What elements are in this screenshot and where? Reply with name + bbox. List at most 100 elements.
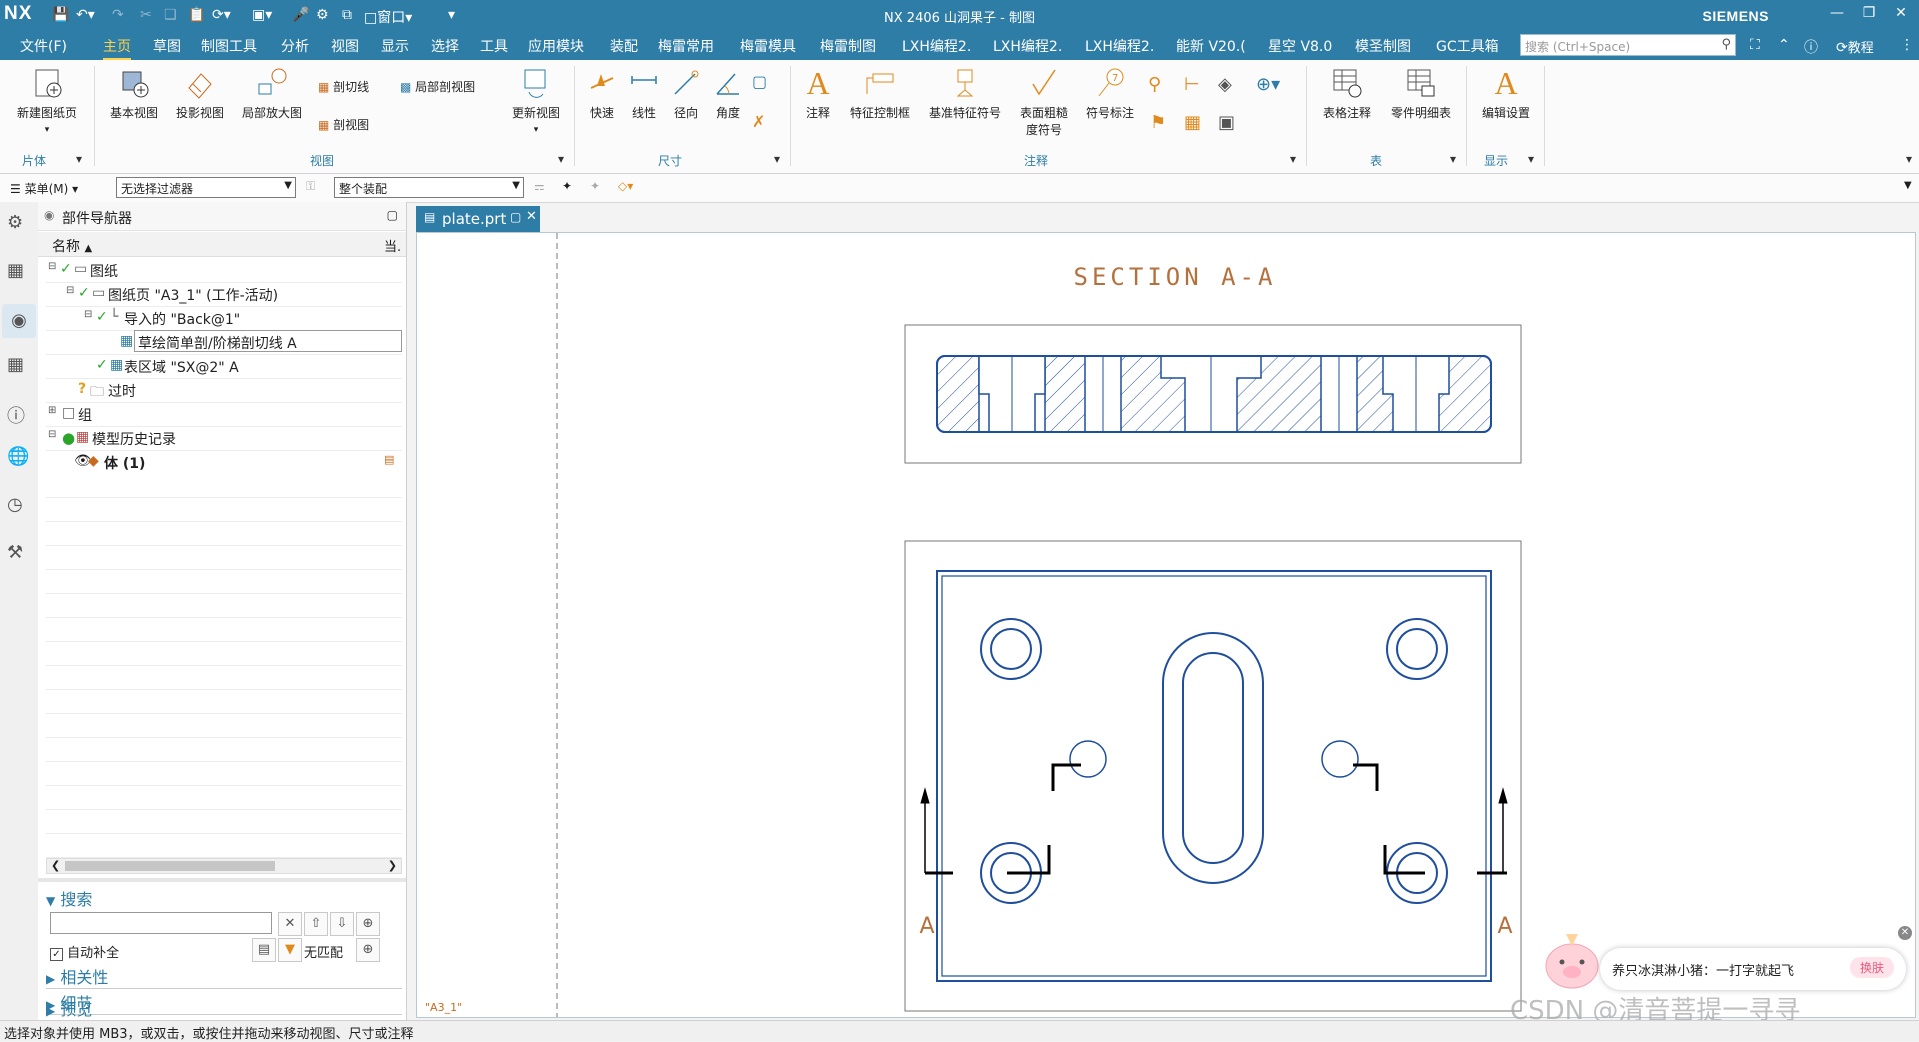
section-label-right[interactable]: A <box>1497 914 1512 939</box>
assembly-navigator-icon[interactable]: ▦ <box>7 260 31 284</box>
search-up-button[interactable]: ⇧ <box>304 912 328 936</box>
part-navigator-icon[interactable]: ◉ <box>2 304 36 338</box>
edit-settings-button[interactable]: A 编辑设置 <box>1474 66 1538 121</box>
tree-row-table-region[interactable]: ✓ ▦ 表区域 "SX@2" A <box>46 354 402 379</box>
reset-filter-icon[interactable]: ⚿ <box>306 179 315 194</box>
navigator-search-input[interactable] <box>50 912 272 934</box>
hatch-icon[interactable]: ▦ <box>1184 112 1201 133</box>
preview-section-header[interactable]: ▶ 预览 <box>46 996 92 1020</box>
bar-options-icon[interactable]: ▼ <box>1904 180 1912 191</box>
datum-feature-symbol-button[interactable]: 基准特征符号 <box>920 66 1010 121</box>
projected-view-button[interactable]: 投影视图 <box>168 66 232 121</box>
snap-point-icon[interactable]: ✦ <box>562 179 572 193</box>
tab-plugin-5[interactable]: LXH编程2. <box>993 36 1062 56</box>
tab-plugin-1[interactable]: 梅雷常用 <box>658 36 714 56</box>
linear-dimension-button[interactable]: 线性 <box>624 66 664 121</box>
collapse-icon[interactable]: ⊟ <box>84 309 92 320</box>
info-icon[interactable]: ⓘ <box>7 402 31 427</box>
image-icon[interactable]: ▣ <box>1218 112 1235 133</box>
top-view-border[interactable] <box>904 540 1522 1012</box>
section-view-geometry[interactable] <box>936 355 1492 433</box>
collapse-icon[interactable]: ⊟ <box>48 429 56 440</box>
section-line-a-a[interactable] <box>920 763 1508 875</box>
section-line-button[interactable]: ▦ 剖切线 <box>318 78 369 95</box>
zoom-annotation-icon[interactable]: ⚲ <box>1148 74 1161 95</box>
ribbon-options-icon[interactable]: ▾ <box>1906 152 1912 166</box>
fullscreen-icon[interactable]: ⛶ <box>1750 37 1760 53</box>
select-in-view-icon[interactable]: ⚎ <box>534 179 545 193</box>
ordinate-dimension-icon[interactable]: ✗ <box>752 112 765 131</box>
drawing-sheet[interactable]: SECTION A-A A A "A3_1" <box>417 233 1915 1017</box>
tab-plugin-10[interactable]: GC工具箱 <box>1436 36 1499 56</box>
pin-icon[interactable]: ▢ <box>510 210 521 224</box>
follow-selection-icon[interactable]: ✦ <box>590 179 600 193</box>
tab-analysis[interactable]: 分析 <box>281 36 309 56</box>
collapse-icon[interactable]: ⊟ <box>66 285 74 296</box>
tree-row-groups[interactable]: ⊞ □ 组 <box>46 402 402 427</box>
type-filter-select[interactable]: 无选择过滤器 ▼ <box>116 177 296 198</box>
filter-button[interactable]: ▼ <box>278 938 302 962</box>
tab-plugin-7[interactable]: 能新 V20.( <box>1176 36 1246 56</box>
tab-tools[interactable]: 工具 <box>480 36 508 56</box>
target-point-icon[interactable]: ⊕▾ <box>1256 74 1280 95</box>
update-views-dropdown-icon[interactable]: ▾ <box>534 125 539 135</box>
command-search-input[interactable]: 搜索 (Ctrl+Space) ⚲ <box>1520 34 1736 56</box>
group-table-expander-icon[interactable]: ▾ <box>1450 152 1456 166</box>
angular-dimension-button[interactable]: 角度 <box>708 66 748 121</box>
collapse-ribbon-icon[interactable]: ⌃ <box>1778 37 1790 53</box>
surface-finish-button[interactable]: 表面粗糙 度符号 <box>1012 66 1076 138</box>
dependencies-section-header[interactable]: ▶ 相关性 <box>46 964 108 988</box>
tabular-note-button[interactable]: 表格注释 <box>1312 66 1382 121</box>
menu-button[interactable]: ☰ 菜单(M) ▾ <box>10 180 78 197</box>
autocomplete-checkbox[interactable]: ✓ 自动补全 <box>50 942 119 961</box>
chamfer-dimension-icon[interactable]: ▢ <box>752 72 767 91</box>
help-icon[interactable]: ⓘ <box>1804 37 1818 57</box>
navigator-restore-icon[interactable]: ▢ <box>387 208 398 222</box>
search-down-button[interactable]: ⇩ <box>330 912 354 936</box>
tree-row-body[interactable]: 👁 ◆ 体 (1) ▤ <box>46 450 402 475</box>
tab-view[interactable]: 视图 <box>331 36 359 56</box>
tab-select[interactable]: 选择 <box>431 36 459 56</box>
restore-icon[interactable]: ❐ <box>1854 5 1884 21</box>
note-button[interactable]: A 注释 <box>798 66 838 121</box>
tree-row-section-line[interactable]: ▦ 草绘简单剖/阶梯剖切线 A <box>46 330 402 355</box>
fill-icon[interactable]: ◈ <box>1218 74 1232 95</box>
search-target-button[interactable]: ⊕ <box>356 912 380 936</box>
constraint-navigator-icon[interactable]: ▦ <box>7 354 31 378</box>
scroll-left-icon[interactable]: ❮ <box>51 859 60 872</box>
minimize-icon[interactable]: — <box>1822 5 1852 21</box>
tab-plugin-8[interactable]: 星空 V8.0 <box>1268 36 1332 56</box>
update-views-button[interactable]: 更新视图 ▾ <box>504 66 568 135</box>
new-sheet-button[interactable]: 新建图纸页 ▾ <box>8 66 86 135</box>
tutorial-button[interactable]: ⟳教程 <box>1836 37 1874 56</box>
graphics-window[interactable]: SECTION A-A A A "A3_1" <box>416 232 1916 1018</box>
tree-row-out-of-date[interactable]: ? 🗀 过时 <box>46 378 402 403</box>
splitter[interactable] <box>38 878 406 882</box>
close-icon[interactable]: ✕ <box>1886 5 1916 21</box>
tab-display[interactable]: 显示 <box>381 36 409 56</box>
new-sheet-dropdown-icon[interactable]: ▾ <box>45 125 50 135</box>
radial-dimension-button[interactable]: 径向 <box>666 66 706 121</box>
group-view-expander-icon[interactable]: ▾ <box>558 152 564 166</box>
section-title[interactable]: SECTION A-A <box>1074 263 1277 291</box>
section-view-button[interactable]: ▦ 剖视图 <box>318 116 369 133</box>
change-skin-button[interactable]: 换肤 <box>1849 957 1894 978</box>
break-out-section-button[interactable]: ▩ 局部剖视图 <box>400 78 475 95</box>
tree-row-drawing[interactable]: ⊟ ✓ ▭ 图纸 <box>46 258 402 283</box>
close-tab-icon[interactable]: ✕ <box>526 209 537 224</box>
tab-drafting-tools[interactable]: 制图工具 <box>201 36 257 56</box>
column-current[interactable]: 当. <box>384 236 401 255</box>
tab-sketch[interactable]: 草图 <box>153 36 181 56</box>
locate-button[interactable]: ⊕ <box>356 938 380 962</box>
rapid-dimension-button[interactable]: 快速 <box>582 66 622 121</box>
tree-row-model-history[interactable]: ⊟ ● ▦ 模型历史记录 <box>46 426 402 451</box>
collapse-icon[interactable]: ⊟ <box>48 261 56 272</box>
tab-plate-prt[interactable]: ▤ plate.prt ▢ ✕ <box>416 206 540 232</box>
tree-row-sheet[interactable]: ⊟ ✓ ▭ 图纸页 "A3_1" (工作-活动) <box>46 282 402 307</box>
tab-applications[interactable]: 应用模块 <box>528 36 584 56</box>
group-dimension-expander-icon[interactable]: ▾ <box>774 152 780 166</box>
feature-control-frame-button[interactable]: 特征控制框 <box>842 66 918 121</box>
base-view-button[interactable]: 基本视图 <box>102 66 166 121</box>
roles-icon[interactable]: ⚒ <box>7 542 31 566</box>
tab-plugin-2[interactable]: 梅雷模具 <box>740 36 796 56</box>
